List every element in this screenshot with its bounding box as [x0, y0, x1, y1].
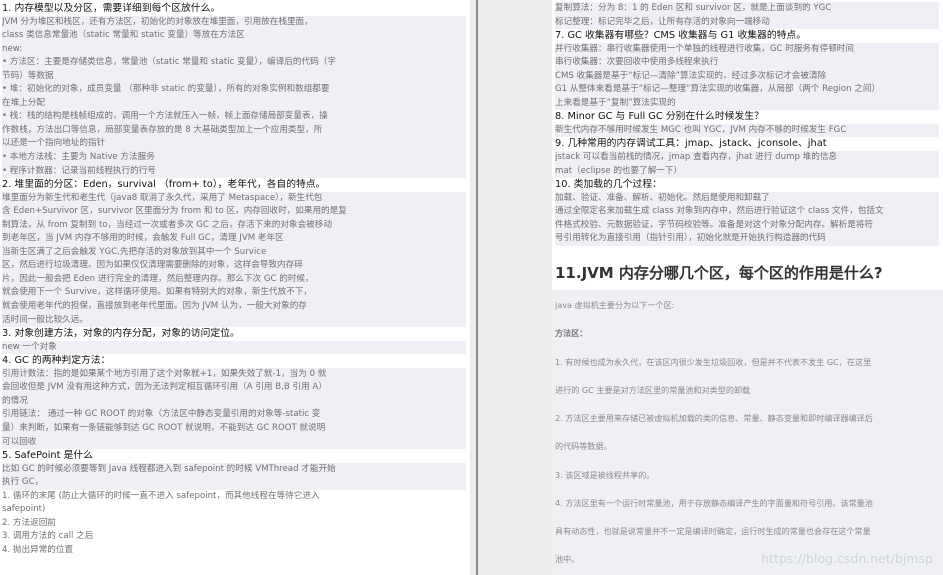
text-line: 会回收但是 JVM 没有用这种方式，因为无法判定相互循环引用（A 引用 B,B … — [2, 381, 466, 395]
text-line: 上来看是基于“复制”算法实现的 — [555, 96, 939, 111]
answer-subheading: 方法区： — [555, 328, 588, 338]
text-line: 就会使用老年代的担保，直接放到老年代里面。因为 JVM 认为，一般大对象的存 — [2, 300, 466, 314]
page-divider — [476, 0, 478, 575]
answer-line: 3. 该区域是被线程共享的。 — [555, 470, 655, 480]
left-document-page: 1. 内存模型以及分区，需要详细到每个区放什么。 JVM 分为堆区和栈区，还有方法… — [0, 0, 470, 575]
text-line: 加载、验证、准备、解析、初始化。然后是使用和卸载了 — [555, 191, 939, 206]
text-line: jstack 可以看当前栈的情况，jmap 查看内存，jhat 进行 dump … — [555, 151, 939, 165]
text-line: 含 Eden+Survivor 区，survivor 区里面分为 from 和 … — [2, 205, 466, 219]
section-heading: 11.JVM 内存分哪几个区，每个区的作用是什么? — [555, 264, 883, 282]
answer-line: 2. 方法区主要用来存储已被虚拟机加载的类的信息、常量、静态变量和即时编译器编译… — [555, 413, 873, 423]
watermark: https://blog.csdn.net/bjmsp — [761, 551, 933, 566]
text-line: 当新生区满了之后会触发 YGC,先把存活的对象放到其中一个 Survice — [2, 245, 466, 260]
text-line: safepoint) — [2, 504, 46, 515]
text-line: 活时间一般比较久远。 — [2, 313, 466, 328]
answer-line: 池中。 — [555, 554, 580, 564]
question-heading: 2. 堆里面的分区：Eden，survival （from+ to），老年代，各… — [2, 179, 326, 191]
text-line: 片，因此一般会把 Eden 进行完全的清理，然后整理内存。那么下次 GC 的时候… — [2, 272, 466, 287]
answer-line: 4. 方法区里有一个运行时常量池，用于存放静态编译产生的字面量和符号引用。该常量… — [555, 498, 873, 508]
text-line: 并行收集器：串行收集器使用一个单独的线程进行收集，GC 时服务有停顿时间 — [555, 42, 939, 57]
text-line: 4. 抛出异常的位置 — [2, 544, 74, 555]
text-line: 复制算法：分为 8：1 的 Eden 区和 survivor 区，就是上面谈到的… — [555, 2, 939, 16]
text-line: 堆里面分为新生代和老生代（java8 取消了永久代，采用了 Metaspace）… — [2, 191, 466, 206]
text-line: 量）来判断，如果有一条链能够到达 GC ROOT 就说明，不能到达 GC ROO… — [2, 421, 466, 436]
text-line: 3. 调用方法的 call 之后 — [2, 531, 94, 542]
text-line: 引用计数法：指的是如果某个地方引用了这个对象就+1，如果失效了就-1，当为 0 … — [2, 367, 466, 382]
text-line: new: — [2, 42, 466, 57]
text-line: 引用链法： 通过一种 GC ROOT 的对象（方法区中静态变量引用的对象等-st… — [2, 408, 466, 422]
text-line: 节码）等数据 — [2, 69, 466, 84]
text-line: • 堆：初始化的对象，成员变量 （那种非 static 的变量），所有的对象实例… — [2, 83, 466, 97]
text-line: 在堆上分配 — [2, 96, 466, 111]
text-line: 执行 GC， — [2, 476, 466, 490]
question-heading: 8. Minor GC 与 Full GC 分别在什么时候发生？ — [555, 111, 764, 123]
text-line: 制算法，从 from 复制到 to，当经过一次或者多次 GC 之后，存活下来的对… — [2, 218, 466, 233]
text-line: 区，然后进行垃圾清理。因为如果仅仅清理需要删除的对象，这样会导致内存碎 — [2, 259, 466, 273]
text-line: 1. 循环的末尾 (防止大循环的时候一直不进入 safepoint，而其他线程在… — [2, 490, 320, 501]
answer-line: 1. 有时候也成为永久代，在该区内很少发生垃圾回收，但是并不代表不发生 GC，在… — [555, 357, 872, 367]
question-heading: 10. 类加载的几个过程： — [555, 179, 662, 191]
text-line: 串行收集器：次要回收中使用多线程来执行 — [555, 56, 939, 70]
text-line: mat（eclipse 的也要了解一下） — [555, 164, 939, 179]
text-line: 通过全限定名来加载生成 class 对象到内存中，然后进行验证这个 class … — [555, 205, 939, 219]
answer-line: 的代码等数据。 — [555, 441, 612, 451]
text-line: CMS 收集器是基于“标记—清除”算法实现的，经过多次标记才会被清除 — [555, 69, 939, 84]
text-line: class 类信息常量池（static 常量和 static 变量）等放在方法区 — [2, 29, 466, 43]
text-line: 可以回收 — [2, 435, 466, 450]
text-line: 新生代内存不够用时候发生 MGC 也叫 YGC，JVM 内存不够的时候发生 FG… — [555, 123, 939, 138]
question-heading: 1. 内存模型以及分区，需要详细到每个区放什么。 — [2, 3, 221, 14]
question-heading: 9. 几种常用的内存调试工具：jmap、jstack、jconsole、jhat — [555, 138, 827, 150]
answer-line: 进行的 GC 主要是对方法区里的常量池和对类型的卸载 — [555, 385, 751, 395]
question-heading: 3. 对象创建方法，对象的内存分配，对象的访问定位。 — [2, 328, 240, 340]
question-heading: 7. GC 收集器有哪些？CMS 收集器与 G1 收集器的特点。 — [555, 30, 807, 42]
answer-line: 具有动态性，也就是说常量并不一定是编译时确定，运行时生成的常量也会存在这个常量 — [555, 526, 871, 536]
page-gap — [470, 0, 552, 575]
text-line: 的情况 — [2, 394, 466, 409]
text-line: 作数栈，方法出口等信息，局部变量表存放的是 8 大基础类型加上一个应用类型，所 — [2, 123, 466, 138]
text-line: 2. 方法返回前 — [2, 517, 56, 528]
right-document-page: 复制算法：分为 8：1 的 Eden 区和 survivor 区，就是上面谈到的… — [552, 0, 943, 575]
text-line: • 程序计数器：记录当前线程执行的行号 — [2, 164, 466, 179]
left-text-column: 1. 内存模型以及分区，需要详细到每个区放什么。 JVM 分为堆区和栈区，还有方法… — [2, 2, 466, 557]
question-heading: 5. SafePoint 是什么 — [2, 450, 93, 462]
text-line: 就会使用下一个 Survive，这样循环使用。如果有特别大的对象，新生代放不下， — [2, 286, 466, 301]
text-line: • 栈：栈的结构是栈帧组成的，调用一个方法就压入一帧，帧上面存储局部变量表，操 — [2, 110, 466, 124]
text-line: 比如 GC 的时候必须要等到 Java 线程都进入到 safepoint 的时候… — [2, 462, 466, 477]
text-line: • 本地方法栈：主要为 Native 方法服务 — [2, 151, 466, 165]
answer-block: java 虚拟机主要分为以下一个区: 方法区： 1. 有时候也成为永久代，在该区内很… — [552, 290, 943, 575]
text-line: 号引用转化为直接引用（指针引用），初始化就是开始执行构造器的代码 — [555, 232, 939, 246]
text-line: JVM 分为堆区和栈区，还有方法区，初始化的对象放在堆里面，引用放在栈里面， — [2, 15, 466, 30]
text-line: 标记整理：标记完毕之后，让所有存活的对象向一端移动 — [555, 15, 939, 30]
text-line: 件格式校验、元数据验证，字节码校验等。准备是对这个对象分配内存。解析是将符 — [555, 218, 939, 233]
question-heading: 4. GC 的两种判定方法： — [2, 355, 111, 367]
text-line: • 方法区：主要是存储类信息，常量池（static 常量和 static 变量）… — [2, 56, 466, 70]
text-line: 以还是一个指向地址的指针 — [2, 137, 466, 152]
right-text-column: 复制算法：分为 8：1 的 Eden 区和 survivor 区，就是上面谈到的… — [555, 2, 939, 246]
text-line: 到老年区，当 JVM 内存不够用的时候，会触发 Full GC，清理 JVM 老… — [2, 232, 466, 246]
text-line: G1 从整体来看是基于“标记—整理”算法实现的收集器，从局部（两个 Region… — [555, 83, 939, 97]
text-line: new 一个对象 — [2, 340, 466, 355]
answer-line: java 虚拟机主要分为以下一个区: — [555, 300, 675, 310]
